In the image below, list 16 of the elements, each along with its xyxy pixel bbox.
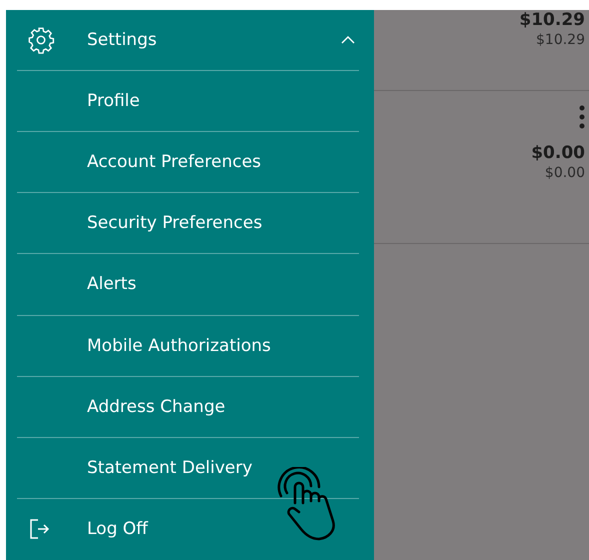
available-balance: $10.29	[536, 31, 585, 50]
available-balance: $0.00	[544, 164, 585, 183]
menu-item[interactable]: Statement Delivery	[87, 458, 252, 478]
account-balance: $10.29	[519, 10, 585, 30]
caret-icon[interactable]	[341, 36, 355, 44]
menu-item[interactable]: Security Preferences	[87, 213, 262, 234]
menu-item[interactable]: Address Change	[87, 396, 226, 417]
menu-item[interactable]: Profile	[87, 91, 140, 112]
menu-item[interactable]: Alerts	[87, 274, 136, 294]
more-options-icon[interactable]	[579, 105, 585, 129]
account-balance: $0.00	[531, 143, 585, 163]
menu-item[interactable]: Account Preferences	[87, 152, 262, 172]
settings-icon	[27, 26, 55, 54]
settings-menu-item[interactable]: Settings	[87, 30, 341, 50]
log-off-menu-item[interactable]: Log Off	[87, 519, 148, 540]
menu-item[interactable]: Mobile Authorizations	[87, 336, 271, 356]
